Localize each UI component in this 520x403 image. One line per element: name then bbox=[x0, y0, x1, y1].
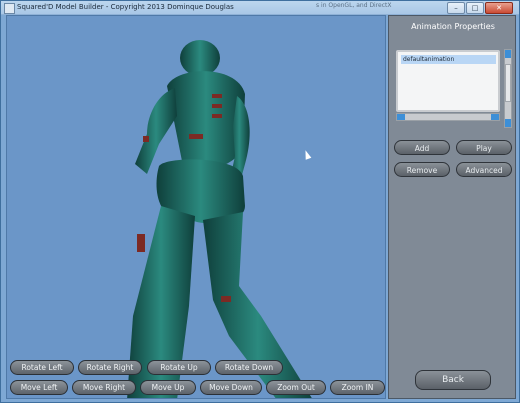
add-button[interactable]: Add bbox=[394, 140, 450, 155]
rotate-down-button[interactable]: Rotate Down bbox=[215, 360, 283, 375]
scroll-thumb[interactable] bbox=[505, 64, 511, 102]
maximize-icon: □ bbox=[471, 4, 479, 12]
play-button[interactable]: Play bbox=[456, 140, 512, 155]
window-controls: – □ ✕ bbox=[447, 2, 513, 14]
3d-viewport[interactable]: Rotate Left Rotate Right Rotate Up Rotat… bbox=[6, 15, 386, 399]
close-button[interactable]: ✕ bbox=[485, 2, 513, 14]
minimize-button[interactable]: – bbox=[447, 2, 465, 14]
model-left-arm bbox=[135, 88, 177, 174]
animation-list[interactable]: defaultanimation bbox=[396, 50, 500, 112]
zoom-in-button[interactable]: Zoom IN bbox=[330, 380, 385, 395]
panel-title: Animation Properties bbox=[411, 22, 495, 31]
scroll-right-arrow-icon[interactable] bbox=[491, 114, 499, 120]
character-model bbox=[127, 40, 312, 398]
window-title: Squared'D Model Builder - Copyright 2013… bbox=[17, 3, 234, 11]
rotate-up-button[interactable]: Rotate Up bbox=[147, 360, 211, 375]
maximize-button[interactable]: □ bbox=[466, 2, 484, 14]
move-down-button[interactable]: Move Down bbox=[200, 380, 262, 395]
title-bar: Squared'D Model Builder - Copyright 2013… bbox=[1, 1, 519, 15]
close-icon: ✕ bbox=[496, 4, 502, 12]
scroll-up-arrow-icon[interactable] bbox=[505, 50, 511, 58]
app-window: Squared'D Model Builder - Copyright 2013… bbox=[0, 0, 520, 403]
vertical-scrollbar[interactable] bbox=[504, 49, 512, 128]
scroll-down-arrow-icon[interactable] bbox=[505, 119, 511, 127]
model-torso bbox=[167, 71, 245, 170]
move-right-button[interactable]: Move Right bbox=[72, 380, 136, 395]
scroll-left-arrow-icon[interactable] bbox=[397, 114, 405, 120]
model-head bbox=[180, 40, 220, 76]
advanced-button[interactable]: Advanced bbox=[456, 162, 512, 177]
rotate-right-button[interactable]: Rotate Right bbox=[78, 360, 142, 375]
back-button[interactable]: Back bbox=[415, 370, 491, 390]
background-window-text: s in OpenGL, and DirectX bbox=[316, 2, 392, 9]
move-up-button[interactable]: Move Up bbox=[140, 380, 196, 395]
minimize-icon: – bbox=[454, 4, 458, 12]
app-icon bbox=[4, 3, 15, 14]
horizontal-scrollbar[interactable] bbox=[396, 113, 500, 121]
zoom-out-button[interactable]: Zoom Out bbox=[266, 380, 326, 395]
remove-button[interactable]: Remove bbox=[394, 162, 450, 177]
animation-properties-panel: Animation Properties defaultanimation Ad… bbox=[388, 15, 516, 399]
rotate-left-button[interactable]: Rotate Left bbox=[10, 360, 74, 375]
list-item[interactable]: defaultanimation bbox=[401, 55, 496, 64]
move-left-button[interactable]: Move Left bbox=[10, 380, 68, 395]
